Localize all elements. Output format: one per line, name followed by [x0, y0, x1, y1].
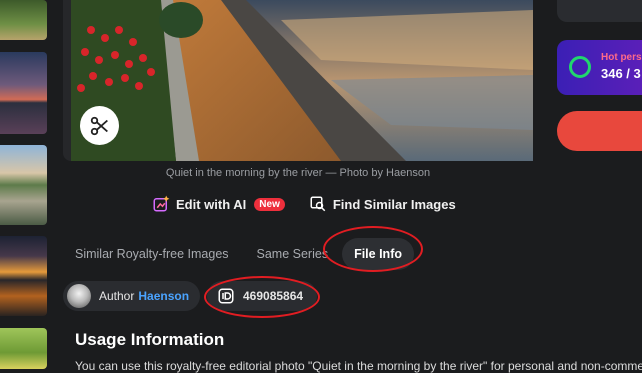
hot-count: 346 / 3 [601, 66, 641, 81]
author-chip[interactable]: Author Haenson [63, 281, 200, 311]
usage-text: You can use this royalty-free editorial … [75, 359, 642, 373]
thumbnail-image[interactable] [0, 328, 47, 369]
photo-caption: Quiet in the morning by the river — Phot… [165, 167, 431, 179]
progress-ring-icon [569, 56, 591, 78]
image-search-icon [310, 196, 326, 212]
thumbnail-image[interactable] [0, 52, 47, 134]
download-button[interactable] [557, 111, 642, 151]
hot-persona-card[interactable]: Hot pers 346 / 3 [557, 40, 642, 95]
new-badge: New [254, 197, 285, 211]
author-name-link[interactable]: Haenson [138, 289, 189, 303]
ai-edit-icon [153, 195, 170, 212]
usage-heading: Usage Information [75, 330, 225, 349]
highlight-annotation [323, 226, 423, 272]
hot-label: Hot pers [601, 52, 642, 63]
edit-with-ai-label: Edit with AI [176, 196, 247, 212]
photo-actions: Edit with AI New Find Similar Images [152, 195, 456, 213]
thumbnail-image[interactable] [0, 0, 47, 40]
tab-same-series[interactable]: Same Series [257, 247, 329, 261]
scissors-icon [90, 116, 108, 135]
main-photo [71, 0, 533, 161]
find-similar-button[interactable]: Find Similar Images [309, 195, 456, 213]
avatar [67, 284, 91, 308]
thumbnail-strip [0, 0, 47, 369]
sidebar-panel [557, 0, 642, 22]
crop-button[interactable] [80, 106, 119, 145]
tab-similar-images[interactable]: Similar Royalty-free Images [75, 247, 229, 261]
find-similar-label: Find Similar Images [332, 196, 456, 212]
photo-container [63, 0, 533, 161]
thumbnail-image[interactable] [0, 236, 47, 316]
edit-with-ai-button[interactable]: Edit with AI New [152, 195, 285, 213]
highlight-annotation [204, 276, 320, 318]
author-prefix: Author [99, 289, 135, 303]
thumbnail-image[interactable] [0, 145, 47, 225]
